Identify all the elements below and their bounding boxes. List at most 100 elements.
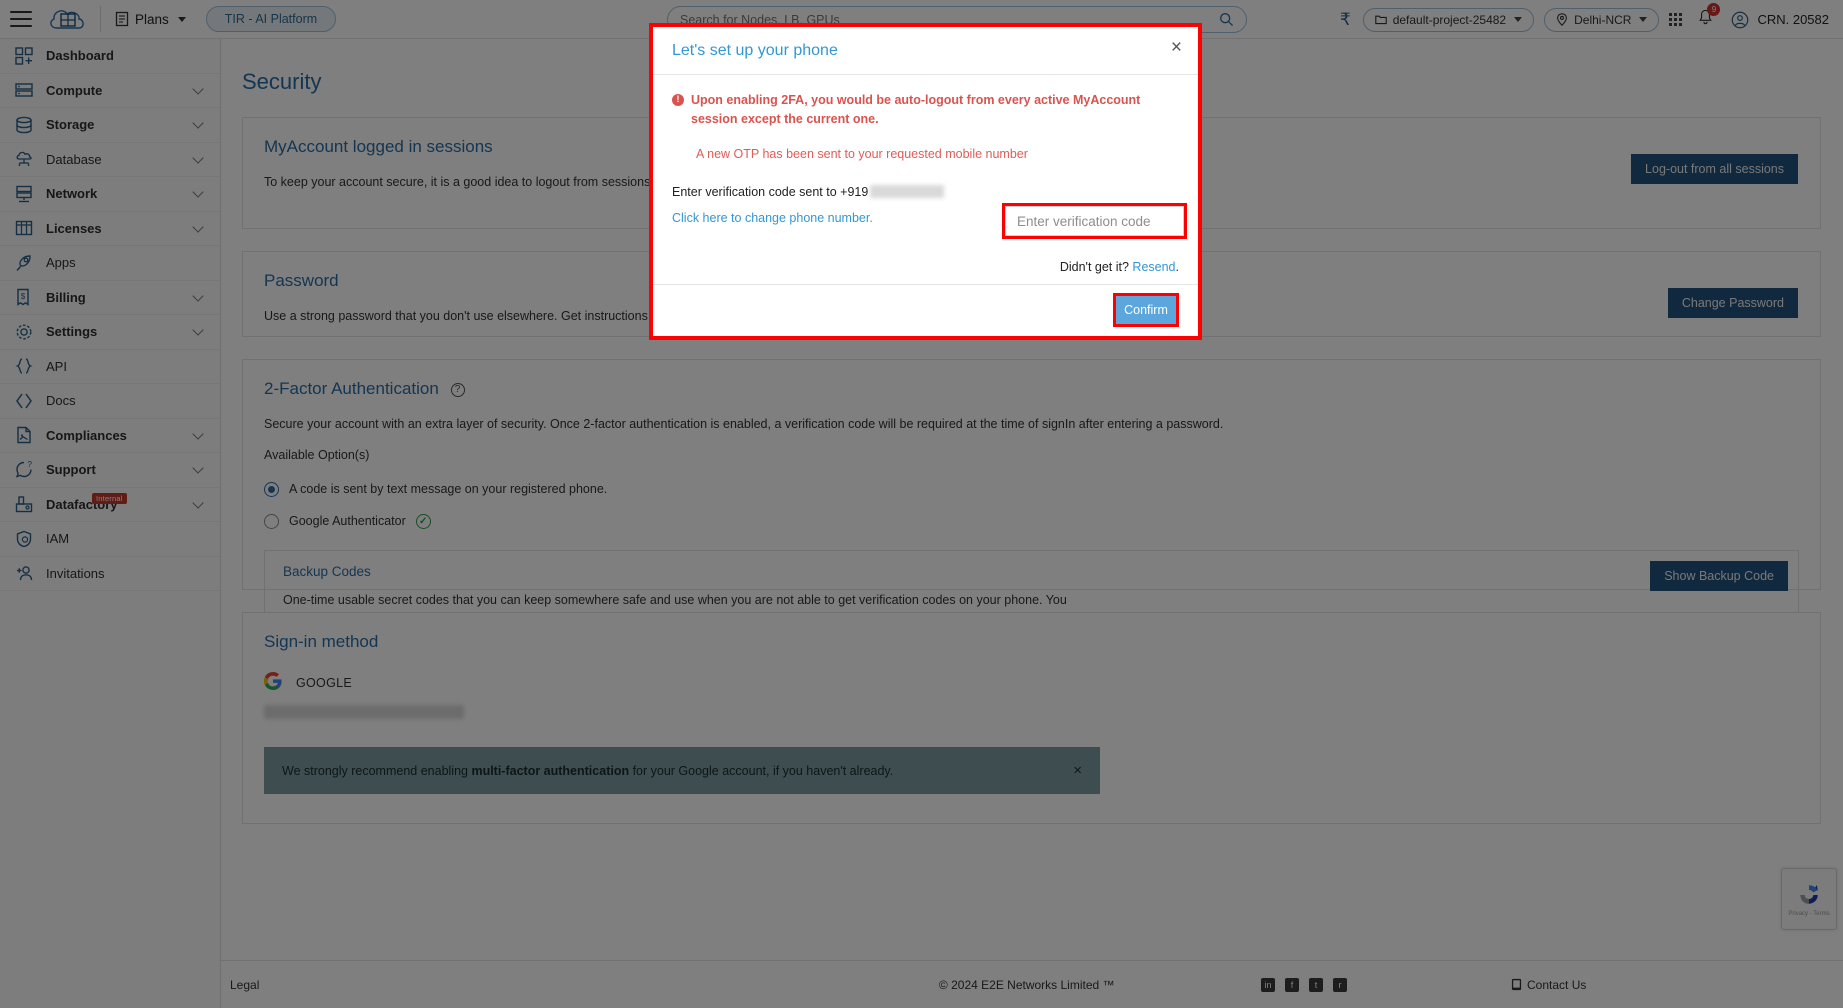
- verification-label: Enter verification code sent to +919: [672, 184, 869, 199]
- sidebar-item-label: Invitations: [46, 565, 105, 581]
- sidebar-item-billing[interactable]: $ Billing: [0, 281, 220, 315]
- sidebar-item-network[interactable]: Network: [0, 177, 220, 212]
- mfa-recommendation-notice: We strongly recommend enabling multi-fac…: [264, 747, 1100, 794]
- chevron-down-icon: [192, 221, 204, 233]
- otp-sent-note: A new OTP has been sent to your requeste…: [696, 146, 1028, 161]
- braces-icon: [14, 356, 34, 376]
- document-icon: [14, 425, 34, 445]
- question-mark-icon[interactable]: ?: [450, 382, 465, 397]
- sidebar-item-label: Docs: [46, 393, 76, 409]
- phone-icon: [1511, 978, 1522, 991]
- close-icon[interactable]: ×: [1073, 762, 1082, 779]
- chevron-down-icon: [192, 117, 204, 129]
- region-selector[interactable]: Delhi-NCR: [1544, 7, 1660, 32]
- change-password-button[interactable]: Change Password: [1667, 288, 1798, 318]
- sidebar-item-settings[interactable]: Settings: [0, 315, 220, 350]
- apps-grid-icon[interactable]: [1669, 13, 1683, 26]
- facebook-icon[interactable]: f: [1285, 977, 1299, 992]
- signin-method-card: Sign-in method GOOGLE We strongly recomm…: [242, 612, 1821, 824]
- change-phone-number-link[interactable]: Click here to change phone number.: [672, 211, 873, 225]
- verification-code-input[interactable]: [1005, 206, 1184, 236]
- chevron-down-icon: [192, 324, 204, 336]
- plans-menu[interactable]: Plans: [111, 8, 190, 30]
- hamburger-icon[interactable]: [10, 11, 32, 27]
- sidebar-item-storage[interactable]: Storage: [0, 108, 220, 143]
- database-stack-icon: [14, 115, 34, 135]
- sidebar-item-api[interactable]: API: [0, 350, 220, 384]
- twitter-icon[interactable]: t: [1309, 977, 1323, 992]
- sidebar-item-support[interactable]: ? Support: [0, 453, 220, 488]
- sidebar-item-compute[interactable]: Compute: [0, 74, 220, 108]
- sidebar-item-label: Licenses: [46, 220, 102, 236]
- plans-icon: [115, 11, 129, 27]
- close-icon[interactable]: ×: [1171, 38, 1182, 57]
- chevron-down-icon: [192, 497, 204, 509]
- user-avatar-icon: [1732, 11, 1749, 28]
- recaptcha-separator: -: [1809, 911, 1812, 917]
- radio-google-authenticator[interactable]: [264, 513, 279, 529]
- recaptcha-privacy[interactable]: Privacy: [1788, 911, 1808, 917]
- datafactory-icon: [14, 494, 34, 514]
- search-icon[interactable]: [1219, 12, 1234, 27]
- project-selector[interactable]: default-project-25482: [1362, 7, 1535, 32]
- google-icon: [263, 671, 282, 693]
- plans-label: Plans: [135, 11, 169, 27]
- sidebar-navigation: Dashboard Compute Storage Database Netwo…: [0, 39, 221, 1008]
- twofa-body: Secure your account with an extra layer …: [264, 417, 1224, 431]
- sidebar-item-invitations[interactable]: Invitations: [0, 557, 220, 591]
- chevron-down-icon: [192, 462, 204, 474]
- legal-link[interactable]: Legal: [230, 978, 259, 992]
- internal-badge: Internal: [92, 492, 127, 504]
- signin-method-title: Sign-in method: [264, 632, 379, 651]
- sidebar-item-label: API: [46, 358, 67, 374]
- recaptcha-badge[interactable]: Privacy - Terms: [1781, 868, 1837, 930]
- chevron-down-icon: [192, 186, 204, 198]
- e2e-cloud-logo[interactable]: [46, 3, 90, 35]
- twofa-option-google-authenticator[interactable]: Google Authenticator ✓: [243, 513, 1820, 529]
- chevron-down-icon: [177, 16, 186, 22]
- sidebar-item-label: Compliances: [46, 427, 127, 443]
- account-menu[interactable]: CRN. 20582: [1731, 11, 1829, 29]
- sidebar-item-label: Compute: [46, 82, 103, 98]
- radio-sms[interactable]: [264, 481, 279, 497]
- dashboard-icon: [14, 46, 34, 66]
- google-email-redacted: [243, 703, 1820, 721]
- recaptcha-terms[interactable]: Terms: [1813, 911, 1829, 917]
- two-factor-auth-card: 2-Factor Authentication ? Secure your ac…: [242, 359, 1821, 649]
- sidebar-item-docs[interactable]: Docs: [0, 384, 220, 419]
- confirm-button[interactable]: Confirm: [1116, 296, 1176, 324]
- contact-us-link[interactable]: Contact Us: [1511, 978, 1586, 992]
- sidebar-item-iam[interactable]: IAM: [0, 522, 220, 557]
- sidebar-item-label: Database: [46, 151, 102, 167]
- sidebar-item-licenses[interactable]: Licenses: [0, 212, 220, 246]
- sidebar-item-datafactory[interactable]: Datafactory Internal: [0, 488, 220, 522]
- available-options-label: Available Option(s): [264, 447, 370, 462]
- linkedin-icon[interactable]: in: [1261, 977, 1275, 992]
- google-provider-label: GOOGLE: [296, 675, 352, 690]
- logout-all-sessions-button[interactable]: Log-out from all sessions: [1631, 154, 1798, 184]
- notifications-button[interactable]: 9: [1698, 2, 1721, 31]
- modal-body: ! Upon enabling 2FA, you would be auto-l…: [653, 75, 1198, 284]
- svg-text:$: $: [21, 292, 26, 301]
- rss-icon[interactable]: r: [1333, 977, 1347, 992]
- chevron-down-icon: [1639, 17, 1648, 22]
- twofa-title: 2-Factor Authentication ?: [243, 360, 1820, 399]
- google-provider-row: GOOGLE: [243, 671, 1820, 693]
- copyright-text: © 2024 E2E Networks Limited ™: [938, 977, 1115, 992]
- modal-title: Let's set up your phone: [672, 41, 838, 59]
- header-divider: [100, 6, 101, 32]
- mfa-notice-bold: multi-factor authentication: [471, 763, 630, 778]
- sidebar-item-database[interactable]: Database: [0, 143, 220, 177]
- sidebar-item-dashboard[interactable]: Dashboard: [0, 39, 220, 74]
- mfa-notice-prefix: We strongly recommend enabling: [282, 763, 472, 778]
- invoice-icon: $: [14, 287, 34, 307]
- sidebar-item-compliances[interactable]: Compliances: [0, 419, 220, 453]
- sidebar-item-apps[interactable]: Apps: [0, 246, 220, 281]
- twofa-option-sms[interactable]: A code is sent by text message on your r…: [243, 481, 1820, 497]
- currency-icon[interactable]: ₹: [1340, 10, 1351, 30]
- tir-ai-platform-button[interactable]: TIR - AI Platform: [205, 6, 337, 32]
- mfa-notice-text: We strongly recommend enabling multi-fac…: [282, 764, 893, 778]
- resend-link[interactable]: Resend: [1132, 260, 1175, 274]
- show-backup-code-button[interactable]: Show Backup Code: [1650, 560, 1788, 591]
- code-brackets-icon: [14, 391, 34, 411]
